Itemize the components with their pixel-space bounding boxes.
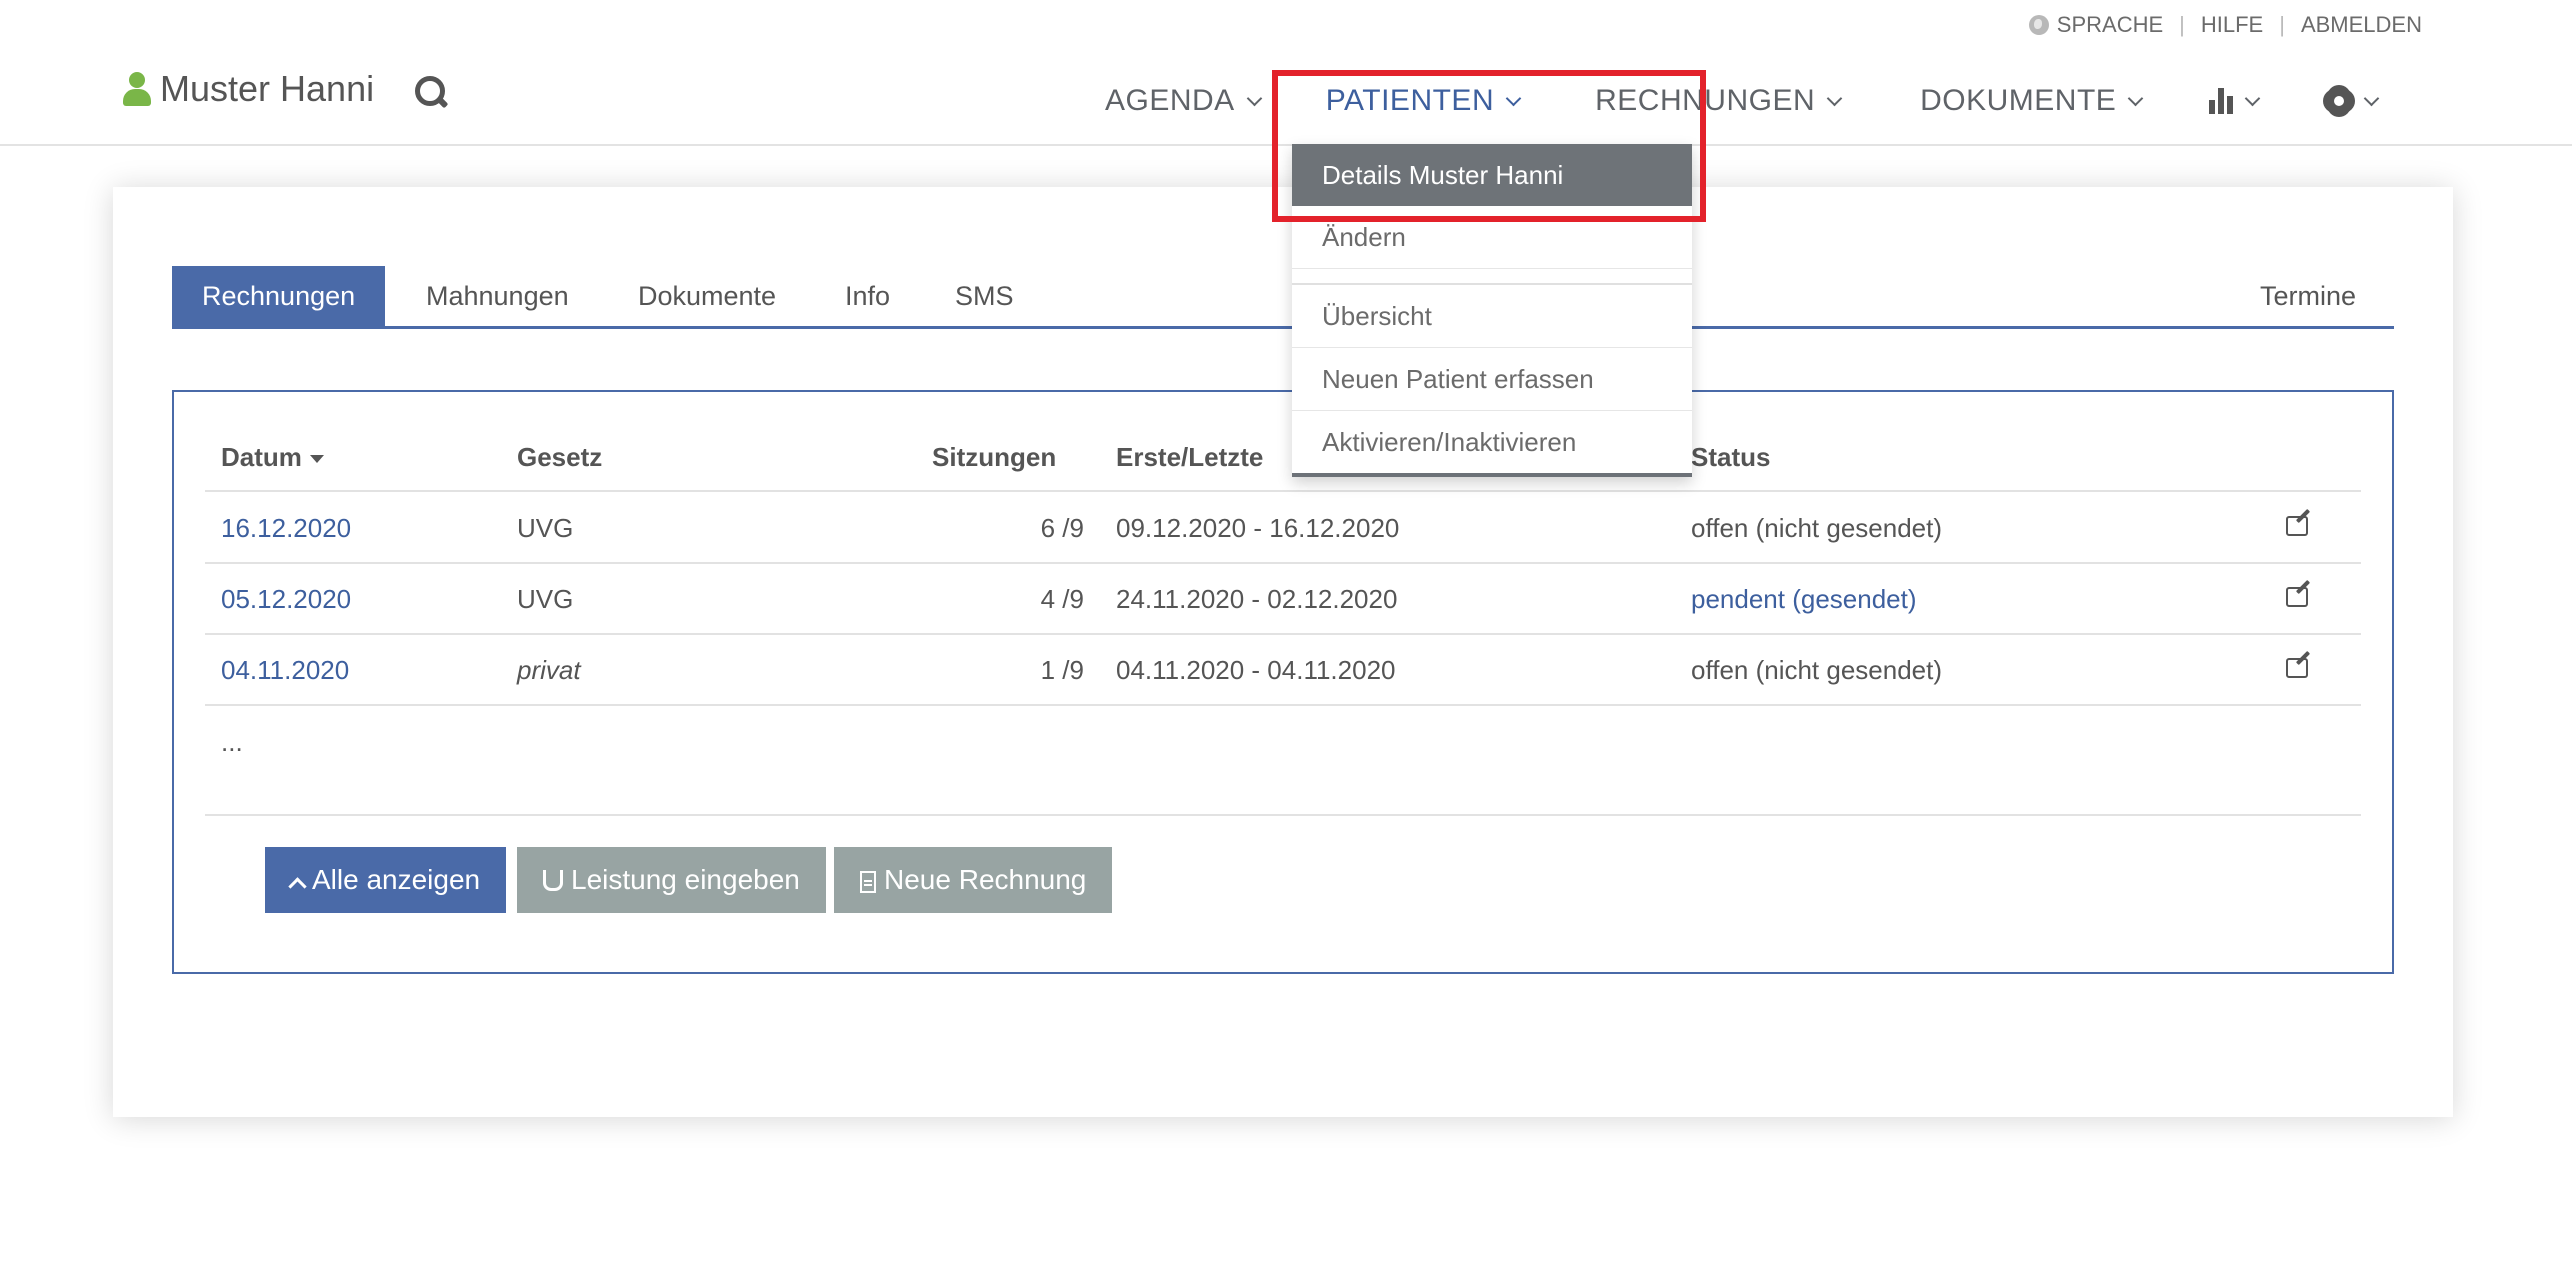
invoice-range: 09.12.2020 - 16.12.2020	[1116, 513, 1400, 543]
nav-settings[interactable]	[2326, 88, 2380, 114]
invoice-range: 24.11.2020 - 02.12.2020	[1116, 584, 1398, 614]
menu-item-aendern[interactable]: Ändern	[1292, 206, 1692, 269]
invoice-sitzungen: 6 /9	[1040, 513, 1084, 543]
invoice-range: 04.11.2020 - 04.11.2020	[1116, 655, 1396, 685]
menu-item-aktivieren[interactable]: Aktivieren/Inaktivieren	[1292, 411, 1692, 473]
new-invoice-button[interactable]: Neue Rechnung	[834, 847, 1113, 913]
invoice-date-link[interactable]: 16.12.2020	[221, 513, 351, 544]
column-status: Status	[1691, 442, 1771, 472]
edit-icon[interactable]	[2286, 516, 2308, 536]
new-invoice-label: Neue Rechnung	[884, 864, 1087, 895]
invoice-date-link[interactable]: 05.12.2020	[221, 584, 351, 615]
invoice-gesetz: privat	[517, 655, 581, 685]
column-gesetz: Gesetz	[517, 442, 603, 472]
main-nav: AGENDA PATIENTEN RECHNUNGEN DOKUMENTE	[1105, 84, 2380, 118]
nav-agenda[interactable]: AGENDA	[1105, 84, 1262, 118]
nav-patienten[interactable]: PATIENTEN	[1325, 84, 1522, 118]
document-icon	[860, 871, 876, 893]
invoice-status-link[interactable]: pendent (gesendet)	[1691, 584, 1917, 615]
invoice-sitzungen: 4 /9	[1040, 584, 1084, 614]
nav-rechnungen-label: RECHNUNGEN	[1595, 84, 1816, 117]
more-indicator: ...	[221, 727, 243, 757]
current-patient[interactable]: Muster Hanni	[122, 68, 374, 110]
sort-down-icon	[309, 455, 324, 464]
tab-sms[interactable]: SMS	[955, 266, 1014, 326]
tab-rechnungen[interactable]: Rechnungen	[172, 266, 386, 326]
header: Muster Hanni AGENDA PATIENTEN RECHNUNGEN…	[0, 0, 2572, 146]
nav-rechnungen[interactable]: RECHNUNGEN	[1595, 84, 1843, 118]
tab-mahnungen[interactable]: Mahnungen	[426, 266, 569, 326]
show-all-label: Alle anzeigen	[312, 864, 481, 895]
column-erste-letzte: Erste/Letzte	[1116, 442, 1264, 472]
chevron-down-icon	[2128, 90, 2144, 106]
invoice-gesetz: UVG	[517, 584, 574, 614]
nav-dokumente[interactable]: DOKUMENTE	[1920, 84, 2144, 118]
menu-item-neuer-patient[interactable]: Neuen Patient erfassen	[1292, 348, 1692, 411]
tab-info[interactable]: Info	[845, 266, 890, 326]
column-datum[interactable]: Datum	[221, 442, 324, 473]
chevron-up-icon	[288, 877, 307, 896]
tab-termine[interactable]: Termine	[2260, 266, 2356, 326]
chevron-down-icon	[1246, 90, 1262, 106]
show-all-button[interactable]: Alle anzeigen	[265, 847, 507, 913]
tab-bar: Rechnungen Mahnungen Dokumente Info SMS …	[172, 266, 2394, 329]
column-sitzungen: Sitzungen	[932, 442, 1057, 472]
column-datum-label: Datum	[221, 442, 302, 472]
nav-agenda-label: AGENDA	[1105, 84, 1235, 117]
search-icon[interactable]	[413, 74, 449, 110]
chevron-down-icon	[1505, 90, 1522, 106]
stethoscope-icon	[543, 870, 563, 891]
chevron-down-icon	[2364, 90, 2380, 106]
table-divider	[205, 490, 2361, 492]
chevron-down-icon	[2245, 90, 2261, 106]
invoice-gesetz: UVG	[517, 513, 574, 543]
menu-item-details[interactable]: Details Muster Hanni	[1292, 144, 1692, 206]
patienten-dropdown: Details Muster Hanni Ändern Übersicht Ne…	[1292, 144, 1692, 477]
menu-divider	[1292, 269, 1692, 285]
table-divider	[205, 562, 2361, 564]
gear-icon	[2326, 88, 2353, 114]
chevron-down-icon	[1826, 90, 1843, 106]
user-icon	[122, 72, 152, 106]
tab-dokumente[interactable]: Dokumente	[638, 266, 776, 326]
invoice-status: offen (nicht gesendet)	[1691, 513, 1943, 543]
enter-service-label: Leistung eingeben	[571, 864, 800, 895]
bar-chart-icon	[2209, 88, 2234, 114]
table-divider	[205, 814, 2361, 816]
nav-statistics[interactable]	[2209, 88, 2261, 114]
edit-icon[interactable]	[2286, 658, 2308, 678]
invoice-sitzungen: 1 /9	[1040, 655, 1084, 685]
menu-item-uebersicht[interactable]: Übersicht	[1292, 285, 1692, 348]
edit-icon[interactable]	[2286, 587, 2308, 607]
table-divider	[205, 704, 2361, 706]
nav-patienten-label: PATIENTEN	[1325, 84, 1495, 117]
invoice-status: offen (nicht gesendet)	[1691, 655, 1943, 685]
enter-service-button[interactable]: Leistung eingeben	[517, 847, 826, 913]
nav-dokumente-label: DOKUMENTE	[1920, 84, 2117, 117]
current-patient-name: Muster Hanni	[160, 68, 375, 109]
invoice-date-link[interactable]: 04.11.2020	[221, 655, 349, 686]
table-divider	[205, 633, 2361, 635]
